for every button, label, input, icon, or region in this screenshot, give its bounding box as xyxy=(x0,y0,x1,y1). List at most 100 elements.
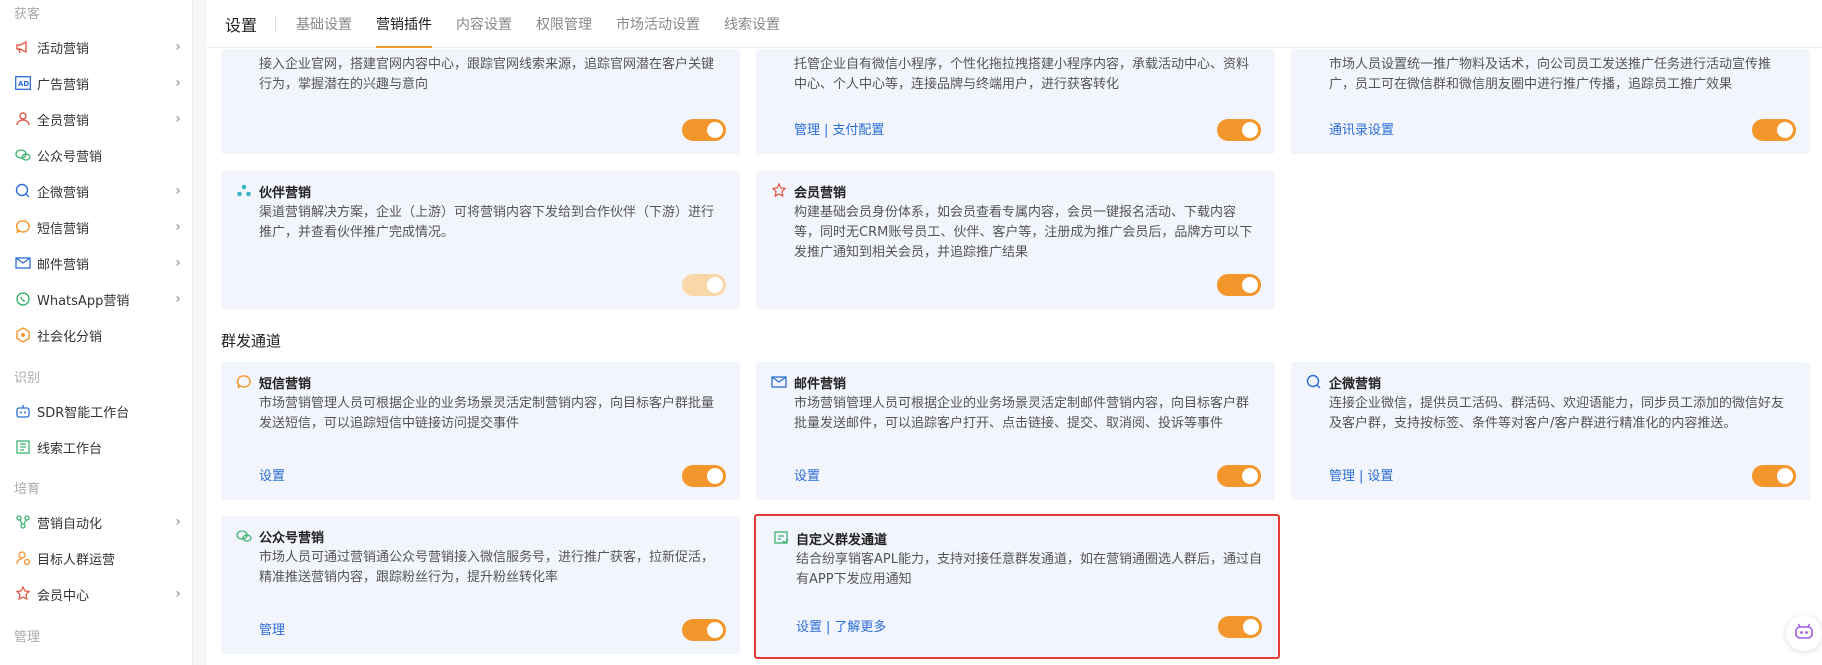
sidebar-item-sms-marketing[interactable]: 短信营销 › xyxy=(0,212,192,242)
plugin-toggle[interactable] xyxy=(1752,119,1796,141)
mail-icon xyxy=(14,254,32,272)
chevron-right-icon: › xyxy=(175,111,181,127)
settings-link[interactable]: 设置 xyxy=(796,620,822,635)
sidebar-section-acquire: 获客 xyxy=(14,7,41,22)
sidebar-item-label: 目标人群运营 xyxy=(37,552,116,568)
channel-card-sms: 短信营销 市场营销管理人员可根据企业的业务场景灵活定制营销内容，向目标客户群批量… xyxy=(221,362,740,500)
flow-icon xyxy=(14,513,32,531)
card-links: 设置 xyxy=(794,465,820,484)
card-description: 市场人员可通过营销通公众号营销接入微信服务号，进行推广获客，拉新促活，精准推送营… xyxy=(259,550,715,585)
card-description: 市场人员设置统一推广物料及话术，向公司员工发送推广任务进行活动宣传推广，员工可在… xyxy=(1329,57,1772,92)
card-description: 结合纷享销客APL能力，支持对接任意群发通道，如在营销通圈选人群后，通过自有AP… xyxy=(796,552,1262,587)
payment-config-link[interactable]: 支付配置 xyxy=(832,123,884,138)
target-user-icon xyxy=(14,549,32,567)
card-description: 托管企业自有微信小程序，个性化拖拉拽搭建小程序内容，承载活动中心、资料中心、个人… xyxy=(794,57,1250,92)
card-description: 渠道营销解决方案，企业（上游）可将营销内容下发给到合作伙伴（下游）进行推广，并查… xyxy=(259,205,715,240)
sidebar-item-label: 社会化分销 xyxy=(37,329,103,345)
card-title: 短信营销 xyxy=(259,376,312,392)
tab-content-settings[interactable]: 内容设置 xyxy=(456,0,512,48)
channel-card-custom: 自定义群发通道 结合纷享销客APL能力，支持对接任意群发通道，如在营销通圈选人群… xyxy=(754,514,1280,659)
card-title: 公众号营销 xyxy=(259,530,325,546)
sms-icon xyxy=(14,218,32,236)
sidebar-item-marketing-automation[interactable]: 营销自动化 › xyxy=(0,507,192,537)
manage-link[interactable]: 管理 xyxy=(794,123,820,138)
plugin-toggle[interactable] xyxy=(682,119,726,141)
sidebar-item-sdr-workbench[interactable]: SDR智能工作台 xyxy=(0,396,192,426)
sidebar-section-manage: 管理 xyxy=(14,630,41,645)
card-links: 管理 xyxy=(259,619,285,638)
sidebar-item-whatsapp-marketing[interactable]: WhatsApp营销 › xyxy=(0,284,192,314)
sidebar-item-all-staff-marketing[interactable]: 全员营销 › xyxy=(0,104,192,134)
sms-icon xyxy=(235,373,253,391)
tab-permission-management[interactable]: 权限管理 xyxy=(536,0,592,48)
channel-card-email: 邮件营销 市场营销管理人员可根据企业的业务场景灵活定制邮件营销内容，向目标客户群… xyxy=(756,362,1275,500)
mail-icon xyxy=(770,373,788,391)
sidebar-item-wecom-marketing[interactable]: 企微营销 › xyxy=(0,176,192,206)
sidebar-item-lead-workbench[interactable]: 线索工作台 xyxy=(0,432,192,462)
sidebar-item-ad-marketing[interactable]: AD 广告营销 › xyxy=(0,68,192,98)
partner-icon xyxy=(235,182,253,200)
chevron-right-icon: › xyxy=(175,586,181,602)
member-icon xyxy=(770,182,788,200)
assistant-button[interactable] xyxy=(1786,615,1822,651)
sidebar-item-label: 全员营销 xyxy=(37,113,90,129)
custom-channel-icon xyxy=(772,529,790,547)
svg-text:AD: AD xyxy=(18,80,29,88)
hex-icon xyxy=(14,326,32,344)
contacts-settings-link[interactable]: 通讯录设置 xyxy=(1329,123,1394,138)
settings-link[interactable]: 设置 xyxy=(794,469,820,484)
people-icon xyxy=(14,110,32,128)
sidebar-item-label: 邮件营销 xyxy=(37,257,90,273)
card-title: 自定义群发通道 xyxy=(796,532,888,548)
sidebar-item-social-distribution[interactable]: 社会化分销 xyxy=(0,320,192,350)
sidebar-section-identify: 识别 xyxy=(14,371,41,386)
section-title-channels: 群发通道 xyxy=(221,332,282,350)
plugin-toggle[interactable] xyxy=(682,465,726,487)
plugin-toggle[interactable] xyxy=(682,619,726,641)
list-icon xyxy=(14,438,32,456)
card-description: 市场营销管理人员可根据企业的业务场景灵活定制邮件营销内容，向目标客户群批量发送邮… xyxy=(794,396,1250,431)
plugin-toggle[interactable] xyxy=(682,274,726,296)
card-links: 管理 | 支付配置 xyxy=(794,123,885,138)
sidebar-item-label: WhatsApp营销 xyxy=(37,293,130,309)
plugin-toggle[interactable] xyxy=(1218,616,1262,638)
tab-lead-settings[interactable]: 线索设置 xyxy=(724,0,780,48)
sidebar-item-label: 活动营销 xyxy=(37,41,90,57)
tab-campaign-settings[interactable]: 市场活动设置 xyxy=(616,0,700,48)
plugin-card-website: 接入企业官网，搭建官网内容中心，跟踪官网线索来源，追踪官网潜在客户关键行为，掌握… xyxy=(221,49,740,154)
whatsapp-icon xyxy=(14,290,32,308)
manage-link[interactable]: 管理 xyxy=(1329,469,1355,484)
sidebar-item-label: 线索工作台 xyxy=(37,441,103,457)
tab-marketing-plugins[interactable]: 营销插件 xyxy=(376,0,433,48)
channel-card-official-account: 公众号营销 市场人员可通过营销通公众号营销接入微信服务号，进行推广获客，拉新促活… xyxy=(221,516,740,654)
wechat-icon xyxy=(14,146,32,164)
sidebar-item-label: 短信营销 xyxy=(37,221,90,237)
card-description: 连接企业微信，提供员工活码、群活码、欢迎语能力，同步员工添加的微信好友及客户群，… xyxy=(1329,396,1785,431)
sidebar-item-label: 会员中心 xyxy=(37,588,90,604)
tab-basic-settings[interactable]: 基础设置 xyxy=(296,0,352,48)
card-description: 接入企业官网，搭建官网内容中心，跟踪官网线索来源，追踪官网潜在客户关键行为，掌握… xyxy=(259,57,715,92)
sidebar-item-official-account-marketing[interactable]: 公众号营销 xyxy=(0,140,192,170)
card-links: 设置 | 了解更多 xyxy=(796,620,887,635)
sidebar-item-member-center[interactable]: 会员中心 › xyxy=(0,579,192,609)
sidebar-item-activity-marketing[interactable]: 活动营销 › xyxy=(0,32,192,62)
card-description: 市场营销管理人员可根据企业的业务场景灵活定制营销内容，向目标客户群批量发送短信，… xyxy=(259,396,715,431)
card-description: 构建基础会员身份体系，如会员查看专属内容，会员一键报名活动、下载内容等，同时无C… xyxy=(794,205,1253,260)
sidebar-item-email-marketing[interactable]: 邮件营销 › xyxy=(0,248,192,278)
sidebar-item-label: 企微营销 xyxy=(37,185,90,201)
settings-link[interactable]: 设置 xyxy=(259,469,285,484)
card-links: 管理 | 设置 xyxy=(1329,469,1394,484)
member-icon xyxy=(14,585,32,603)
sidebar-item-target-audience[interactable]: 目标人群运营 xyxy=(0,543,192,573)
learn-more-link[interactable]: 了解更多 xyxy=(834,620,886,635)
plugin-toggle[interactable] xyxy=(1752,465,1796,487)
plugin-toggle[interactable] xyxy=(1217,465,1261,487)
settings-link[interactable]: 设置 xyxy=(1367,469,1393,484)
sidebar-item-label: 广告营销 xyxy=(37,77,90,93)
manage-link[interactable]: 管理 xyxy=(259,623,285,638)
sidebar-item-label: SDR智能工作台 xyxy=(37,405,130,421)
plugin-toggle[interactable] xyxy=(1217,274,1261,296)
wecom-icon xyxy=(1305,373,1323,391)
card-title: 邮件营销 xyxy=(794,376,847,392)
plugin-toggle[interactable] xyxy=(1217,119,1261,141)
